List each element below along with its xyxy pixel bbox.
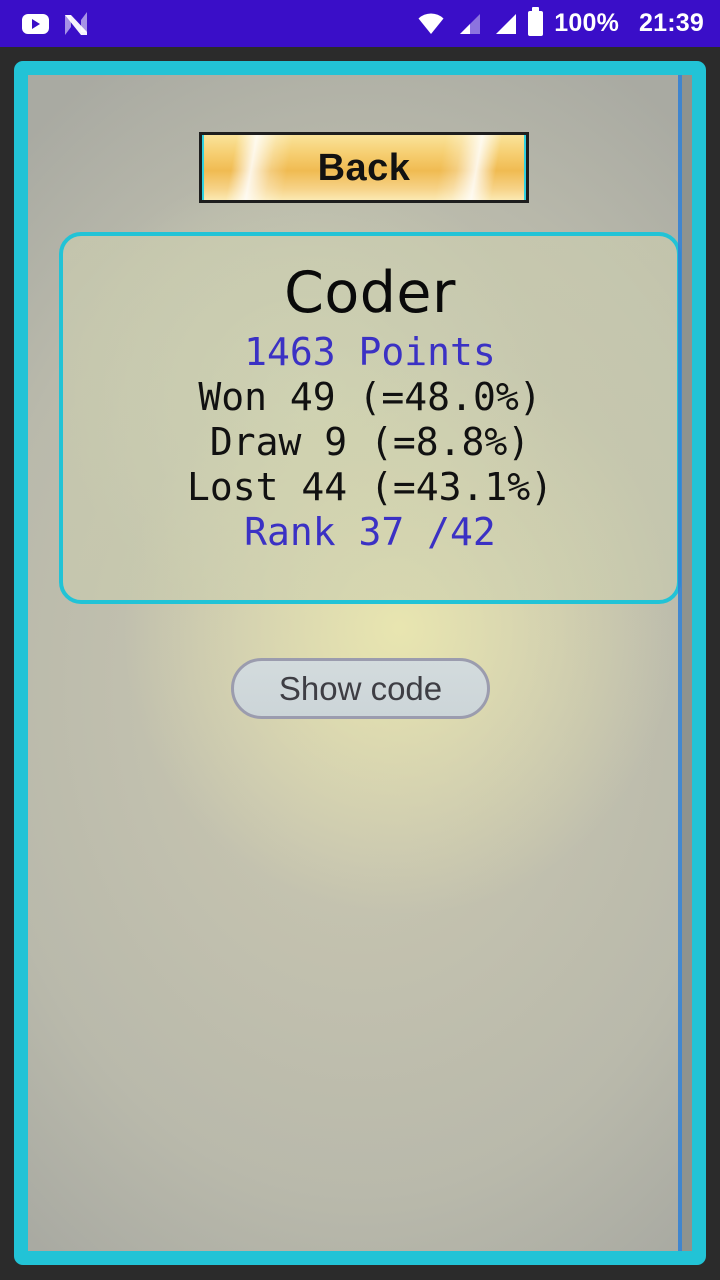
signal-bars-icon-sim2: [492, 13, 517, 35]
show-code-button[interactable]: Show code: [231, 658, 490, 719]
rank-line: Rank 37 /42: [244, 509, 496, 554]
battery-percent-label: 100%: [554, 9, 620, 37]
status-bar-system-icons: 100% 21:39: [417, 7, 704, 37]
player-name: Coder: [284, 260, 456, 326]
draw-line: Draw 9 (=8.8%): [209, 420, 531, 465]
battery-icon: [528, 7, 544, 36]
back-button-bevel: Back: [202, 135, 526, 200]
app-screen: Back Coder 1463 Points Won 49 (=48.0%) D…: [28, 75, 692, 1251]
show-code-button-label: Show code: [278, 670, 443, 707]
scrollbar-track[interactable]: [682, 75, 692, 1251]
wifi-icon: [417, 12, 445, 35]
signal-bars-icon-sim1: [456, 13, 481, 35]
app-frame: Back Coder 1463 Points Won 49 (=48.0%) D…: [14, 61, 706, 1265]
status-bar[interactable]: 100% 21:39: [0, 0, 720, 47]
lost-line: Lost 44 (=43.1%): [186, 464, 554, 509]
scrollbar-thumb[interactable]: [678, 75, 682, 1251]
nova-launcher-icon: [63, 11, 89, 36]
back-button-face: Back: [204, 135, 524, 200]
player-stats-card: Coder 1463 Points Won 49 (=48.0%) Draw 9…: [59, 232, 681, 604]
won-line: Won 49 (=48.0%): [198, 375, 542, 420]
youtube-icon: [22, 13, 49, 34]
points-line: 1463 Points: [244, 330, 496, 375]
back-button-label: Back: [317, 146, 411, 189]
status-bar-notification-icons: [22, 11, 89, 36]
status-bar-clock: 21:39: [639, 9, 704, 37]
back-button[interactable]: Back: [199, 132, 529, 203]
